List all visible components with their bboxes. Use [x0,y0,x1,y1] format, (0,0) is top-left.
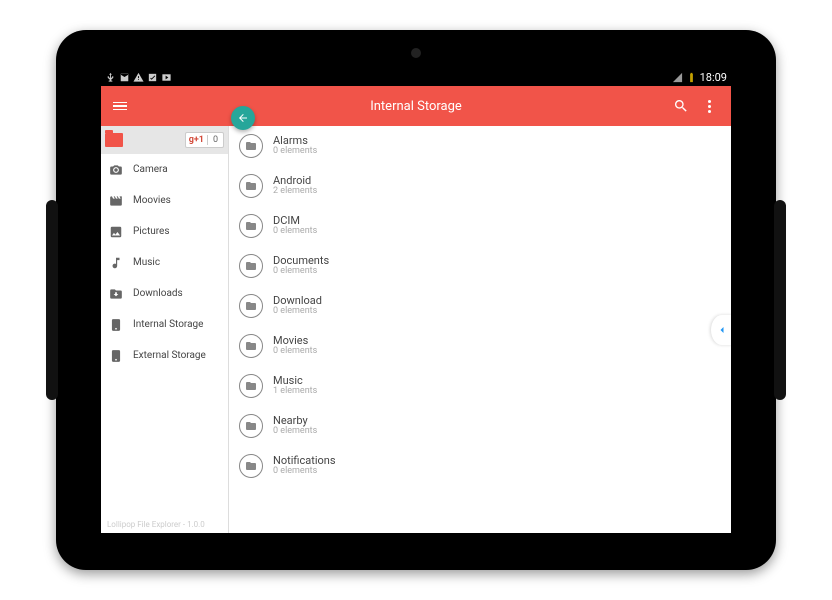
gplus-badge[interactable]: g+1 0 [185,132,224,148]
folder-subtitle: 0 elements [273,427,317,437]
folder-subtitle: 1 elements [273,387,317,397]
sidebar-item-label: External Storage [133,350,206,361]
folder-icon [239,454,263,478]
folder-row[interactable]: Nearby0 elements [229,406,731,446]
folder-text: DCIM0 elements [273,215,317,237]
folder-row[interactable]: Android2 elements [229,166,731,206]
gplus-count: 0 [208,135,223,145]
gplus-label: g+1 [186,135,208,145]
play-icon [161,72,172,83]
sidebar-header: g+1 0 [101,126,228,154]
sidebar-item-external-storage[interactable]: External Storage [101,340,228,371]
folder-icon [239,214,263,238]
storage-icon [109,318,123,332]
folder-text: Documents0 elements [273,255,329,277]
folder-row[interactable]: Alarms0 elements [229,126,731,166]
sidebar-item-label: Downloads [133,288,183,299]
folder-row[interactable]: Documents0 elements [229,246,731,286]
folder-icon [239,294,263,318]
status-left [105,72,172,83]
folder-list[interactable]: Alarms0 elements Android2 elements DCIM0 e… [229,126,731,533]
folder-icon [239,414,263,438]
folder-icon [239,174,263,198]
sidebar-item-camera[interactable]: Camera [101,154,228,185]
sidebar-item-downloads[interactable]: Downloads [101,278,228,309]
folder-text: Nearby0 elements [273,415,317,437]
usb-icon [105,72,116,83]
folder-row[interactable]: Download0 elements [229,286,731,326]
up-directory-fab[interactable] [231,106,255,130]
camera-icon [109,163,123,177]
folder-icon [239,374,263,398]
app-bar-title: Internal Storage [370,99,462,114]
folder-row[interactable]: Movies0 elements [229,326,731,366]
folder-subtitle: 0 elements [273,227,317,237]
screen: 18:09 Internal Storage [101,68,731,533]
tablet-frame: 18:09 Internal Storage [56,30,776,570]
status-bar: 18:09 [101,68,731,86]
folder-icon [239,134,263,158]
speaker-left [46,200,58,400]
status-right: 18:09 [672,71,727,84]
overflow-menu-button[interactable] [695,92,723,120]
tablet-camera [411,48,421,58]
folder-text: Android2 elements [273,175,317,197]
warning-icon [133,72,144,83]
folder-text: Music1 elements [273,375,317,397]
sidebar: g+1 0 Camera Moovies [101,126,229,533]
content-area: g+1 0 Camera Moovies [101,126,731,533]
sidebar-item-label: Pictures [133,226,170,237]
picture-icon [109,225,123,239]
folder-row[interactable]: Music1 elements [229,366,731,406]
folder-subtitle: 0 elements [273,267,329,277]
check-icon [147,72,158,83]
search-button[interactable] [667,92,695,120]
sidebar-item-movies[interactable]: Moovies [101,185,228,216]
folder-icon [239,334,263,358]
sidebar-item-label: Moovies [133,195,171,206]
download-icon [109,287,123,301]
status-time: 18:09 [700,71,727,84]
folder-subtitle: 2 elements [273,187,317,197]
mail-icon [119,72,130,83]
folder-icon [239,254,263,278]
folder-text: Notifications0 elements [273,455,336,477]
folder-row[interactable]: Notifications0 elements [229,446,731,486]
sidebar-item-label: Internal Storage [133,319,203,330]
storage-icon [109,349,123,363]
folder-text: Alarms0 elements [273,135,317,157]
sidebar-item-pictures[interactable]: Pictures [101,216,228,247]
speaker-right [774,200,786,400]
movie-icon [109,194,123,208]
folder-text: Download0 elements [273,295,322,317]
music-icon [109,256,123,270]
app-folder-icon [105,133,123,147]
sidebar-footer: Lollipop File Explorer - 1.0.0 [101,516,228,533]
folder-row[interactable]: DCIM0 elements [229,206,731,246]
folder-subtitle: 0 elements [273,347,317,357]
menu-button[interactable] [109,98,131,115]
app-bar: Internal Storage [101,86,731,126]
sidebar-item-label: Camera [133,164,168,175]
folder-subtitle: 0 elements [273,467,336,477]
sidebar-item-label: Music [133,257,160,268]
folder-subtitle: 0 elements [273,307,322,317]
sidebar-item-internal-storage[interactable]: Internal Storage [101,309,228,340]
signal-icon [672,72,683,83]
battery-icon [686,72,697,83]
sidebar-item-music[interactable]: Music [101,247,228,278]
folder-subtitle: 0 elements [273,147,317,157]
side-drawer-handle[interactable] [711,315,731,345]
folder-text: Movies0 elements [273,335,317,357]
